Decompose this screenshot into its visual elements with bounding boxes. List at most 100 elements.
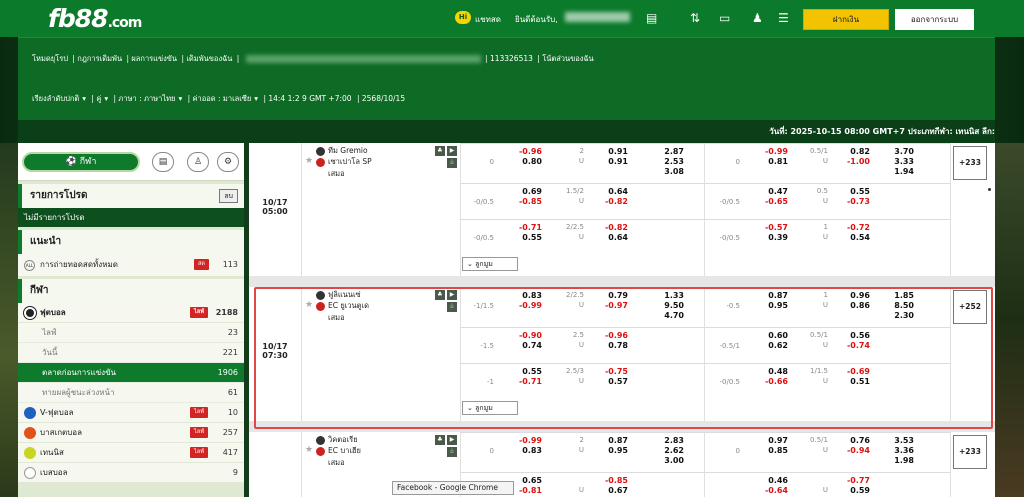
- more-bets-button[interactable]: +233: [953, 435, 987, 469]
- h1-1x2-odds[interactable]: 8.50: [876, 301, 914, 310]
- live-tv-icon[interactable]: ▶: [447, 435, 457, 445]
- deposit-button[interactable]: ฝากเงิน: [803, 9, 889, 30]
- over-odds[interactable]: 0.91: [592, 147, 628, 156]
- h1-over-odds[interactable]: -0.77: [834, 476, 870, 485]
- stats-icon[interactable]: ♣: [435, 146, 445, 156]
- favorite-star-icon[interactable]: ★: [305, 300, 313, 310]
- h1-over-odds[interactable]: -0.69: [834, 367, 870, 376]
- language-select[interactable]: ภาษา : ภาษาไทย: [118, 94, 175, 103]
- handicap-away-odds[interactable]: 0.83: [494, 446, 542, 455]
- h1-away-odds[interactable]: -0.64: [740, 486, 788, 495]
- nav-rules[interactable]: กฎการเดิมพัน: [77, 54, 122, 63]
- h1-1x2-odds[interactable]: 2.30: [876, 311, 914, 320]
- sidebar-sub-outright[interactable]: ทายผลผู้ชนะล่วงหน้า 61: [18, 383, 244, 403]
- more-markets-button[interactable]: ⌄ ลูกมูม: [462, 401, 518, 415]
- h1-1x2-odds[interactable]: 3.33: [876, 157, 914, 166]
- h1-away-odds[interactable]: 0.95: [740, 301, 788, 310]
- h1-1x2-odds[interactable]: 1.98: [876, 456, 914, 465]
- live-tv-icon[interactable]: ▶: [447, 290, 457, 300]
- h1-home-odds[interactable]: -0.99: [740, 147, 788, 156]
- h1-1x2-odds[interactable]: 3.70: [876, 147, 914, 156]
- h1-home-odds[interactable]: 0.87: [740, 291, 788, 300]
- handicap-home-odds[interactable]: 0.83: [494, 291, 542, 300]
- lineup-icon[interactable]: ♧: [447, 447, 457, 457]
- handicap-away-odds[interactable]: -0.99: [494, 301, 542, 310]
- transfer-icon[interactable]: ⇅: [690, 11, 700, 25]
- live-chat-link[interactable]: แชทสด: [475, 13, 501, 26]
- favorite-star-icon[interactable]: ★: [305, 445, 313, 455]
- handicap-away-odds[interactable]: -0.85: [494, 197, 542, 206]
- favorites-clear-button[interactable]: ลบ: [219, 189, 238, 203]
- 1x2-odds[interactable]: 2.62: [640, 446, 684, 455]
- h1-away-odds[interactable]: 0.62: [740, 341, 788, 350]
- under-odds[interactable]: 0.91: [592, 157, 628, 166]
- handicap-home-odds[interactable]: -0.96: [494, 147, 542, 156]
- sidebar-item-tennis[interactable]: เทนนิส ไลฟ์ 417: [18, 443, 244, 463]
- h1-home-odds[interactable]: 0.47: [740, 187, 788, 196]
- tab-betslip-icon[interactable]: ▤: [152, 152, 174, 172]
- 1x2-odds[interactable]: 3.00: [640, 456, 684, 465]
- more-bets-button[interactable]: +252: [953, 290, 987, 324]
- h1-away-odds[interactable]: 0.39: [740, 233, 788, 242]
- tab-settings-icon[interactable]: ⚙: [217, 152, 239, 172]
- profile-icon[interactable]: ♟: [752, 11, 763, 25]
- sidebar-item-football[interactable]: ฟุตบอล ไลฟ์ 2188: [18, 303, 244, 323]
- h1-under-odds[interactable]: -0.74: [834, 341, 870, 350]
- h1-home-odds[interactable]: 0.97: [740, 436, 788, 445]
- over-odds[interactable]: -0.85: [592, 476, 628, 485]
- 1x2-odds[interactable]: 2.87: [640, 147, 684, 156]
- handicap-home-odds[interactable]: -0.90: [494, 331, 542, 340]
- h1-over-odds[interactable]: 0.56: [834, 331, 870, 340]
- nav-results[interactable]: ผลการแข่งขัน: [131, 54, 177, 63]
- h1-under-odds[interactable]: -0.73: [834, 197, 870, 206]
- h1-under-odds[interactable]: 0.51: [834, 377, 870, 386]
- away-team[interactable]: เซาเปาโล SP: [328, 156, 372, 168]
- logo[interactable]: fb88.com: [48, 4, 142, 33]
- favorite-star-icon[interactable]: ★: [305, 156, 313, 166]
- sidebar-item-vfootball[interactable]: V-ฟุตบอล ไลฟ์ 10: [18, 403, 244, 423]
- over-odds[interactable]: 0.64: [592, 187, 628, 196]
- h1-home-odds[interactable]: 0.60: [740, 331, 788, 340]
- h1-1x2-odds[interactable]: 1.94: [876, 167, 914, 176]
- chat-icon[interactable]: Hi: [455, 11, 471, 24]
- nav-my-notes[interactable]: โน้ตส่วนของฉัน: [542, 54, 593, 63]
- more-bets-button[interactable]: +233: [953, 146, 987, 180]
- away-team[interactable]: EC ยูเวนตูเด: [328, 300, 369, 312]
- handicap-away-odds[interactable]: 0.55: [494, 233, 542, 242]
- away-team[interactable]: EC บาเฮีย: [328, 445, 361, 457]
- sort-select[interactable]: เรียงลำดับปกติ: [32, 94, 79, 103]
- over-odds[interactable]: -0.75: [592, 367, 628, 376]
- stats-icon[interactable]: ♣: [435, 435, 445, 445]
- wallet-icon[interactable]: ▤: [646, 11, 657, 25]
- handicap-away-odds[interactable]: 0.80: [494, 157, 542, 166]
- handicap-away-odds[interactable]: 0.74: [494, 341, 542, 350]
- sidebar-sub-live[interactable]: ไลฟ์ 23: [18, 323, 244, 343]
- sidebar-item-basketball[interactable]: บาสเกตบอล ไลฟ์ 257: [18, 423, 244, 443]
- h1-under-odds[interactable]: 0.54: [834, 233, 870, 242]
- h1-under-odds[interactable]: -1.00: [834, 157, 870, 166]
- all-live-item[interactable]: ALL การถ่ายทอดสดทั้งหมด สด 113: [18, 254, 244, 276]
- under-odds[interactable]: -0.82: [592, 197, 628, 206]
- tab-user-icon[interactable]: ♙: [187, 152, 209, 172]
- handicap-home-odds[interactable]: -0.71: [494, 223, 542, 232]
- h1-over-odds[interactable]: 0.55: [834, 187, 870, 196]
- nav-my-bets[interactable]: เดิมพันของฉัน: [186, 54, 232, 63]
- over-odds[interactable]: -0.82: [592, 223, 628, 232]
- h1-home-odds[interactable]: -0.57: [740, 223, 788, 232]
- h1-1x2-odds[interactable]: 3.36: [876, 446, 914, 455]
- list-icon[interactable]: ☰: [778, 11, 789, 25]
- more-markets-button[interactable]: ⌄ ลูกมูม: [462, 257, 518, 271]
- handicap-home-odds[interactable]: 0.69: [494, 187, 542, 196]
- handicap-away-odds[interactable]: -0.71: [494, 377, 542, 386]
- 1x2-odds[interactable]: 2.83: [640, 436, 684, 445]
- h1-1x2-odds[interactable]: 1.85: [876, 291, 914, 300]
- h1-1x2-odds[interactable]: 3.53: [876, 436, 914, 445]
- h1-under-odds[interactable]: 0.86: [834, 301, 870, 310]
- h1-over-odds[interactable]: 0.76: [834, 436, 870, 445]
- stats-icon[interactable]: ♣: [435, 290, 445, 300]
- h1-home-odds[interactable]: 0.46: [740, 476, 788, 485]
- under-odds[interactable]: 0.95: [592, 446, 628, 455]
- under-odds[interactable]: 0.78: [592, 341, 628, 350]
- h1-away-odds[interactable]: -0.66: [740, 377, 788, 386]
- over-odds[interactable]: -0.96: [592, 331, 628, 340]
